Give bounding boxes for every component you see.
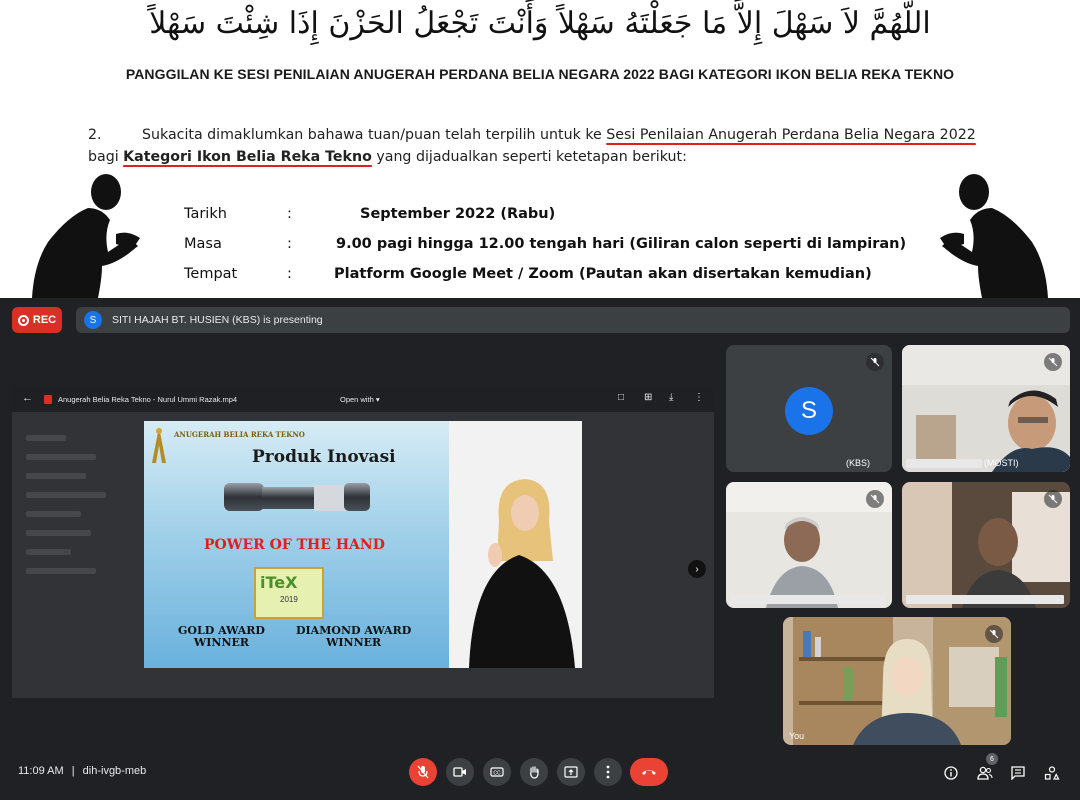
praying-man-silhouette-right (940, 174, 1048, 298)
mic-off-icon (985, 625, 1003, 643)
product-caption: POWER OF THE HAND (204, 537, 385, 553)
slide-logo-text: ANUGERAH BELIA REKA TEKNO (174, 430, 305, 439)
camera-icon (453, 767, 466, 777)
activities-icon[interactable] (1042, 763, 1062, 783)
svg-text:CC: CC (493, 771, 501, 777)
next-file-arrow-icon[interactable]: › (688, 560, 706, 578)
slide-title: Produk Inovasi (252, 447, 396, 467)
chat-icon[interactable] (1008, 763, 1028, 783)
more-options-button[interactable] (594, 758, 622, 786)
award-logo-icon (152, 427, 166, 463)
video-file-icon (44, 395, 52, 404)
open-with-label: Open with (340, 395, 374, 404)
rec-label: REC (32, 314, 57, 326)
presentation-video[interactable]: ANUGERAH BELIA REKA TEKNO Produk Inovasi… (144, 421, 582, 668)
more-vertical-icon (606, 765, 610, 779)
document-title: PANGGILAN KE SESI PENILAIAN ANUGERAH PER… (125, 66, 955, 82)
closed-captions-icon: CC (490, 767, 504, 777)
drive-viewer-toolbar: ← Anugerah Belia Reka Tekno - Nurul Ummi… (12, 386, 714, 412)
mic-off-icon (1044, 353, 1062, 371)
participant-name: (MOSTI) (984, 458, 1019, 468)
drive-sidebar (22, 422, 130, 662)
award-left-line-2: WINNER (193, 636, 250, 649)
raise-hand-button[interactable] (520, 758, 548, 786)
mic-off-icon (866, 490, 884, 508)
presenting-text: SITI HAJAH BT. HUSIEN (KBS) is presentin… (112, 314, 323, 326)
present-screen-icon (564, 766, 578, 778)
info-separator: | (71, 765, 75, 777)
paragraph-text-middle: bagi (88, 149, 124, 165)
schedule-colon: : (287, 266, 292, 282)
leave-call-button[interactable] (630, 758, 668, 786)
schedule-value: September 2022 (Rabu) (360, 206, 556, 222)
product-image (224, 483, 370, 511)
participant-count-badge: 6 (986, 753, 998, 765)
schedule-colon: : (287, 206, 292, 222)
schedule-value: 9.00 pagi hingga 12.00 tengah hari (Gili… (336, 236, 907, 252)
add-to-folder-icon[interactable]: □ (618, 392, 624, 403)
presenter-video (449, 421, 582, 668)
participants-icon[interactable] (975, 763, 995, 783)
highlight-category: Kategori Ikon Belia Reka Tekno (123, 149, 372, 165)
participant-avatar: S (785, 387, 833, 435)
participant-name-redacted (906, 459, 982, 468)
schedule-label: Masa (184, 236, 222, 252)
product-slide: ANUGERAH BELIA REKA TEKNO Produk Inovasi… (144, 421, 449, 668)
open-with-button[interactable]: Open with ▾ (340, 395, 380, 404)
paragraph-number: 2. (88, 127, 102, 143)
add-shortcut-icon[interactable]: ⊞ (644, 392, 652, 403)
presenting-banner: S SITI HAJAH BT. HUSIEN (KBS) is present… (76, 307, 1070, 333)
participant-name: You (789, 731, 805, 741)
sign-language-presenter (449, 421, 582, 668)
presenter-avatar: S (84, 311, 102, 329)
recording-indicator[interactable]: REC (12, 307, 62, 333)
arabic-prayer: اللَّهُمَّ لاَ سَهْلَ إِلاَّ مَا جَعَلْت… (149, 6, 931, 41)
hang-up-icon (642, 770, 656, 775)
participant-video (783, 617, 1011, 745)
highlight-event-name: Sesi Penilaian Anugerah Perdana Belia Ne… (606, 127, 976, 143)
award-year: 2019 (280, 595, 298, 604)
clock-time: 11:09 AM (18, 765, 64, 777)
award-right-line-2: WINNER (326, 636, 382, 649)
meeting-code: dih-ivgb-meb (82, 765, 147, 777)
schedule-colon: : (287, 236, 292, 252)
meeting-details-icon[interactable] (941, 763, 961, 783)
more-options-icon[interactable]: ⋮ (694, 392, 704, 403)
itex-award-badge: iTeX 2019 (254, 567, 324, 619)
diamond-award-label: DIAMOND AWARD WINNER (296, 625, 411, 649)
captions-button[interactable]: CC (483, 758, 511, 786)
praying-man-silhouette-left (32, 174, 140, 298)
record-icon (17, 314, 29, 326)
schedule-label: Tempat (184, 266, 238, 282)
mic-off-icon (866, 353, 884, 371)
schedule-label: Tarikh (184, 206, 227, 222)
invitation-paragraph: 2. Sukacita dimaklumkan bahawa tuan/puan … (88, 124, 1048, 168)
file-name: Anugerah Belia Reka Tekno - Nurul Ummi R… (58, 395, 238, 404)
download-icon[interactable]: ⤓ (669, 392, 673, 403)
participant-tile-3[interactable] (726, 482, 892, 608)
meeting-info: 11:09 AM | dih-ivgb-meb (18, 765, 146, 777)
paragraph-text-after: yang dijadualkan seperti ketetapan berik… (371, 149, 687, 165)
raise-hand-icon (530, 766, 539, 779)
back-arrow-icon[interactable]: ← (22, 392, 33, 404)
present-screen-button[interactable] (557, 758, 585, 786)
mic-off-icon (1044, 490, 1062, 508)
participant-tile-self[interactable]: You (783, 617, 1011, 745)
gold-award-label: GOLD AWARD WINNER (178, 625, 265, 649)
participant-name-redacted (730, 595, 886, 604)
mic-off-icon (417, 765, 429, 779)
mic-toggle-button[interactable] (409, 758, 437, 786)
invitation-document: اللَّهُمَّ لاَ سَهْلَ إِلاَّ مَا جَعَلْت… (0, 0, 1080, 298)
schedule-value: Platform Google Meet / Zoom (Pautan akan… (334, 266, 872, 282)
participant-tile-mosti[interactable]: (MOSTI) (902, 345, 1070, 472)
participant-name: (KBS) (846, 458, 871, 468)
participant-name-redacted (906, 595, 1064, 604)
paragraph-text-before: Sukacita dimaklumkan bahawa tuan/puan te… (142, 127, 607, 143)
participant-tile-kbs[interactable]: S (KBS) (726, 345, 892, 472)
participant-tile-4[interactable] (902, 482, 1070, 608)
camera-toggle-button[interactable] (446, 758, 474, 786)
